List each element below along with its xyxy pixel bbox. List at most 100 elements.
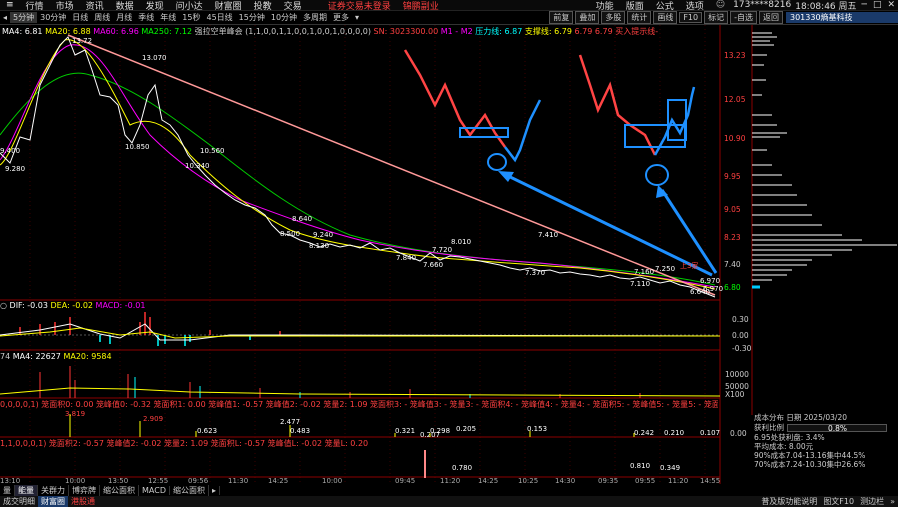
promo-login[interactable]: 证券交易未登录 — [328, 0, 391, 12]
menu-item-xuanxiang[interactable]: 选项 — [686, 0, 704, 12]
maximize-icon[interactable]: □ — [873, 0, 882, 10]
tab-multi-period[interactable]: 多周期 — [300, 12, 330, 23]
ind4-val-1: 0.810 — [630, 462, 651, 470]
fuquan-button[interactable]: 前复 — [549, 11, 574, 24]
chip-title: 成本分布 日期 2025/03/20 — [754, 413, 847, 422]
bottom-link-1[interactable]: 财富圈 — [38, 496, 68, 507]
menu-icon-left[interactable]: ≡ — [6, 0, 14, 10]
tab-day[interactable]: 日线 — [69, 12, 91, 23]
tab-indicator-4[interactable]: 缩公面积 — [100, 484, 139, 496]
vol-y-0: 10000 — [725, 370, 749, 379]
macd-chart — [0, 312, 720, 346]
tab-month[interactable]: 月线 — [113, 12, 135, 23]
chip-profit-row: 获利比例 0.8% — [752, 423, 898, 433]
stock-code-label[interactable]: 301330熵基科技 — [786, 12, 898, 23]
price-y-axis: 13.23 12.05 10.90 9.95 9.05 8.23 7.40 6.… — [724, 25, 752, 300]
y-label-1: 12.05 — [724, 95, 746, 104]
tab-indicator-3[interactable]: 博弈牌 — [69, 484, 100, 496]
bottom-link-2[interactable]: 港股通 — [68, 496, 98, 507]
menu-item-faxian[interactable]: 发现 — [146, 0, 164, 12]
chip-profit-label: 获利比例 — [754, 423, 784, 432]
user-icon[interactable]: ☺ — [716, 0, 725, 10]
menu-item-hangqing[interactable]: 行情 — [26, 0, 44, 12]
stats-button[interactable]: 统计 — [627, 11, 652, 24]
tab-indicator-1[interactable]: 能量 — [15, 484, 38, 496]
annot-2: 13.070 — [142, 54, 167, 62]
bottom-right-2[interactable]: 测边栏 — [857, 496, 887, 507]
bottom-link-0[interactable]: 成交明细 — [0, 496, 38, 507]
menu-item-wenxiaoda[interactable]: 问小达 — [176, 0, 203, 12]
overlay-button[interactable]: 叠加 — [575, 11, 600, 24]
annot-4: 10.560 — [200, 147, 225, 155]
tab-indicator-5[interactable]: MACD — [139, 485, 170, 495]
y-label-4: 9.05 — [724, 205, 741, 214]
annot-18: 7.160 — [634, 268, 655, 276]
bottom-right-0[interactable]: 普及版功能说明 — [758, 496, 820, 507]
minimize-icon[interactable]: ─ — [862, 0, 867, 10]
ind4-chart — [424, 450, 426, 478]
draw-line-button[interactable]: 画线 — [653, 11, 678, 24]
menu-item-caifuquan[interactable]: 财富圈 — [215, 0, 242, 12]
tab-more[interactable]: 更多 — [330, 12, 352, 23]
menu-item-gongneng[interactable]: 功能 — [596, 0, 614, 12]
chip-profit-bar: 0.8% — [787, 423, 887, 433]
multi-stock-button[interactable]: 多股 — [601, 11, 626, 24]
tab-5min[interactable]: 5分钟 — [10, 12, 38, 23]
tab-15min[interactable]: 15分钟 — [236, 12, 268, 23]
ind4-val-0: 0.780 — [452, 464, 473, 472]
annot-11: 8.130 — [309, 242, 330, 250]
tab-indicator-2[interactable]: 关群力 — [38, 484, 69, 496]
period-toolbar: ◂ 5分钟 30分钟 日线 周线 月线 季线 年线 15秒 45日线 15分钟 … — [0, 11, 898, 25]
close-icon[interactable]: ✕ — [887, 0, 895, 10]
annot-high: 13.72 — [72, 37, 93, 45]
annot-8: 8.640 — [292, 215, 313, 223]
annot-3: 10.850 — [125, 143, 150, 151]
macd-y-0: 0.30 — [732, 315, 749, 324]
menu-bar: ≡ 行情 市场 资讯 数据 发现 问小达 财富圈 投教 交易 证券交易未登录 锦… — [0, 0, 898, 12]
menu-item-gongshi[interactable]: 公式 — [656, 0, 674, 12]
menu-item-shuju[interactable]: 数据 — [116, 0, 134, 12]
annot-20: 7.110 — [630, 280, 651, 288]
y-label-2: 10.90 — [724, 134, 746, 143]
tab-year[interactable]: 年线 — [157, 12, 179, 23]
more-icon[interactable]: ▾ — [352, 13, 362, 22]
tab-10min[interactable]: 10分钟 — [268, 12, 300, 23]
menu-item-zixun[interactable]: 资讯 — [86, 0, 104, 12]
annot-12: 7.840 — [396, 254, 417, 262]
annot-16: 7.370 — [525, 269, 546, 277]
chip-line-2: 平均成本: 8.00元 — [754, 442, 814, 451]
annot-5: 10.340 — [185, 162, 210, 170]
tab-week[interactable]: 周线 — [91, 12, 113, 23]
chip-panel: 成本分布 日期 2025/03/20 获利比例 0.8% 6.95处获利盘: 3… — [752, 413, 898, 469]
annot-10: 9.240 — [313, 231, 334, 239]
tab-quarter[interactable]: 季线 — [135, 12, 157, 23]
menu-item-shichang[interactable]: 市场 — [56, 0, 74, 12]
annot-red-label: 上3家 — [680, 262, 699, 270]
tab-45day[interactable]: 45日线 — [203, 12, 235, 23]
vol-y-2: X100 — [725, 390, 745, 399]
menu-item-toujiao[interactable]: 投教 — [254, 0, 272, 12]
promo-sidejob[interactable]: 锦鹏副业 — [403, 0, 439, 12]
tab-15s[interactable]: 15秒 — [179, 12, 203, 23]
mark-button[interactable]: 标记 — [704, 11, 729, 24]
menu-item-banmian[interactable]: 版面 — [626, 0, 644, 12]
annot-21: 6.970 — [700, 277, 721, 285]
tab-30min[interactable]: 30分钟 — [37, 12, 69, 23]
add-tab-icon[interactable]: ▸ — [209, 485, 220, 495]
arrow-icon[interactable]: » — [887, 497, 898, 506]
chip-line-1: 6.95处获利盘: 3.4% — [754, 433, 825, 442]
volume-chart — [0, 366, 720, 398]
bottom-right-1[interactable]: 图文F10 — [820, 496, 857, 507]
collapse-icon[interactable]: ◂ — [0, 13, 10, 22]
f10-button[interactable]: F10 — [679, 12, 703, 23]
watchlist-button[interactable]: -自选 — [730, 11, 757, 24]
account-label[interactable]: 173****8216 — [733, 0, 791, 10]
back-button[interactable]: 返回 — [759, 11, 783, 24]
menu-item-jiaoyi[interactable]: 交易 — [284, 0, 302, 12]
tab-indicator-0[interactable]: 量 — [0, 484, 15, 496]
tab-indicator-6[interactable]: 缩公面积 — [170, 484, 209, 496]
macd-y-1: 0.00 — [732, 331, 749, 340]
annot-19: 7.250 — [655, 265, 676, 273]
chip-profit-value: 0.8% — [828, 423, 848, 433]
annot-7: 9.280 — [5, 165, 26, 173]
